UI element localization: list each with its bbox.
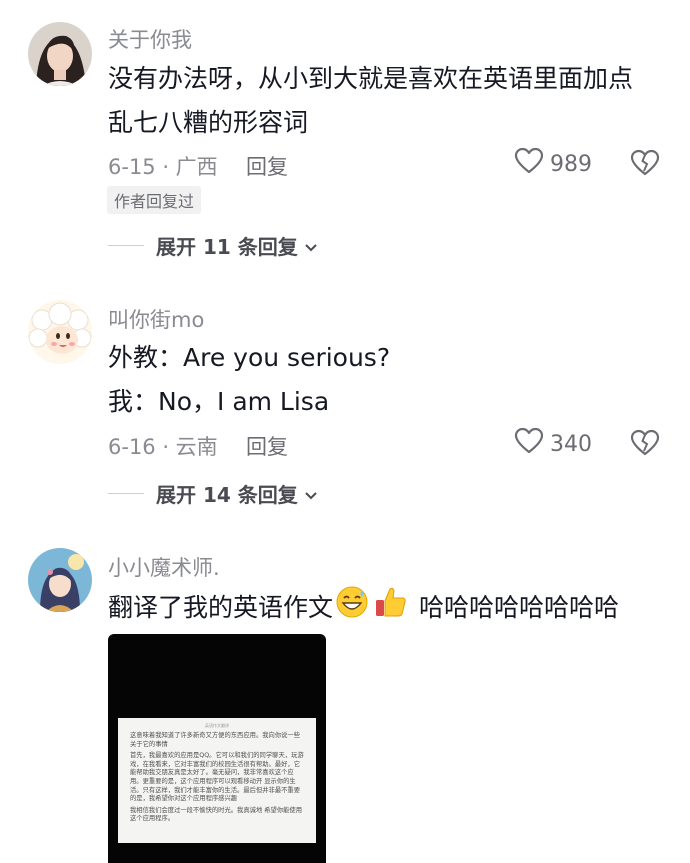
document-screenshot: 英语作文翻译 这意味着我知道了许多新奇又方便的东西应用。我向你说一些关于它的事情…	[118, 718, 316, 843]
heart-outline-icon	[514, 427, 544, 461]
expand-replies-button[interactable]: 展开 11 条回复	[108, 231, 318, 260]
comment-username[interactable]: 小小魔术师.	[108, 552, 220, 582]
chevron-down-icon	[304, 234, 318, 258]
comment-text: 没有办法呀，从小到大就是喜欢在英语里面加点 乱七八糟的形容词	[108, 57, 668, 145]
document-paragraph: 这意味着我知道了许多新奇又方便的东西应用。我向你说一些关于它的事情	[130, 732, 301, 748]
comment-text-part: 哈哈哈哈哈哈哈哈	[418, 593, 619, 622]
comment-image[interactable]: 英语作文翻译 这意味着我知道了许多新奇又方便的东西应用。我向你说一些关于它的事情…	[108, 634, 326, 863]
comment-text-part: 翻译了我的英语作文	[108, 593, 334, 622]
comment-date-location: 6-16 · 云南	[108, 435, 218, 459]
avatar[interactable]	[28, 300, 92, 364]
thumbs-up-emoji	[373, 584, 409, 634]
like-button[interactable]: 989	[514, 147, 592, 181]
comment-text: 翻译了我的英语作文 哈哈哈哈哈哈哈哈	[108, 584, 668, 634]
comment-date-location: 6-15 · 广西	[108, 155, 218, 179]
comment-username[interactable]: 关于你我	[108, 24, 192, 54]
chevron-down-icon	[304, 482, 318, 506]
comment-text: 外教：Are you serious? 我：No，I am Lisa	[108, 336, 668, 424]
comment-text-line: 外教：Are you serious?	[108, 343, 391, 372]
like-count: 340	[550, 431, 592, 457]
document-paragraph: 我相信我们会度过一段不愉快的时光。我真诚地 希望你能使用这个应用程序。	[130, 806, 303, 823]
comment-username[interactable]: 叫你街mo	[108, 304, 204, 334]
comment-text-line: 我：No，I am Lisa	[108, 387, 330, 416]
document-title: 英语作文翻译	[205, 723, 229, 728]
like-count: 989	[550, 151, 592, 177]
comment-text-line: 没有办法呀，从小到大就是喜欢在英语里面加点	[108, 64, 634, 93]
like-button[interactable]: 340	[514, 427, 592, 461]
expand-replies-label: 展开 11 条回复	[156, 235, 298, 259]
reply-button[interactable]: 回复	[246, 431, 288, 461]
avatar[interactable]	[28, 22, 92, 86]
author-replied-badge: 作者回复过	[107, 186, 202, 214]
expand-replies-button[interactable]: 展开 14 条回复	[108, 479, 318, 508]
divider-line	[108, 245, 144, 246]
heart-outline-icon	[514, 147, 544, 181]
reply-button[interactable]: 回复	[246, 151, 288, 181]
dislike-button[interactable]	[630, 429, 660, 461]
document-paragraph: 首先，我最喜欢的应用是QQ。它可以和我们的同学聊天，玩游戏，在我看来，它对丰富我…	[130, 752, 304, 803]
expand-replies-label: 展开 14 条回复	[156, 483, 298, 507]
grinning-sweat-emoji	[335, 585, 369, 633]
divider-line	[108, 493, 144, 494]
broken-heart-icon	[630, 429, 660, 461]
dislike-button[interactable]	[630, 149, 660, 181]
broken-heart-icon	[630, 149, 660, 181]
avatar[interactable]	[28, 548, 92, 612]
comment-text-line: 乱七八糟的形容词	[108, 108, 309, 137]
